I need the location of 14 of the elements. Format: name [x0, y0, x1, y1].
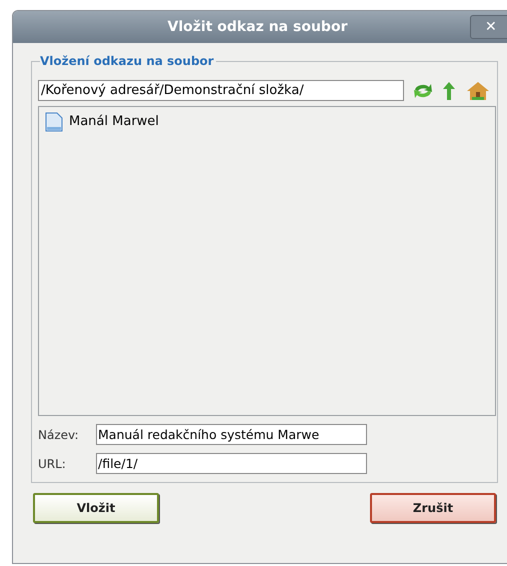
file-name: Manál Marwel [69, 113, 159, 132]
up-arrow-icon[interactable] [442, 80, 456, 100]
close-button[interactable]: ✕ [470, 15, 507, 39]
path-field[interactable]: /Kořenový adresář/Demonstrační složka/ [38, 80, 404, 101]
field-label: Název: [38, 426, 80, 444]
file-item[interactable]: Manál Marwel [43, 111, 491, 133]
home-icon[interactable] [466, 80, 490, 100]
document-icon [45, 112, 63, 132]
field-label: URL: [38, 456, 67, 472]
cancel-button[interactable]: Zrušit [370, 493, 496, 523]
window-title: Vložit odkaz na soubor [168, 18, 348, 36]
insert-button[interactable]: Vložit [33, 493, 159, 523]
text-field[interactable]: Manuál redakčního systému Marwe [96, 424, 367, 445]
text-field[interactable]: /file/1/ [96, 453, 367, 474]
